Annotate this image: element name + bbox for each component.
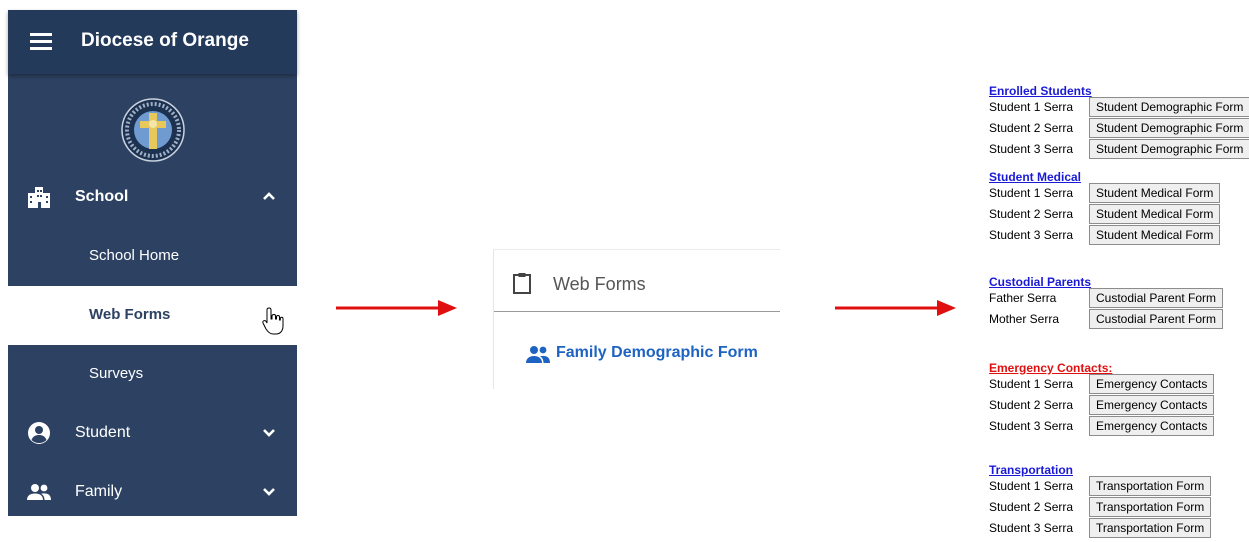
person-name-label: Student 1 Serra bbox=[989, 479, 1074, 493]
form-row: Mother Serra Custodial Parent Form bbox=[989, 308, 1249, 329]
menu-icon[interactable] bbox=[30, 33, 52, 50]
person-name-label: Student 2 Serra bbox=[989, 207, 1074, 221]
form-row: Student 2 Serra Student Demographic Form bbox=[989, 117, 1249, 138]
person-name-label: Student 3 Serra bbox=[989, 419, 1074, 433]
drawer-header: Diocese of Orange bbox=[8, 10, 297, 74]
person-name-label: Mother Serra bbox=[989, 312, 1060, 326]
sidebar-item-label: Web Forms bbox=[89, 306, 171, 323]
sidebar-item-web-forms[interactable]: Web Forms bbox=[8, 286, 297, 345]
person-name-label: Student 1 Serra bbox=[989, 100, 1074, 114]
link-label: Family Demographic Form bbox=[556, 344, 758, 361]
form-row: Student 3 Serra Student Medical Form bbox=[989, 224, 1249, 245]
arrow-right-icon bbox=[835, 300, 956, 316]
building-icon bbox=[28, 187, 50, 208]
people-icon bbox=[526, 346, 550, 363]
form-row: Student 2 Serra Emergency Contacts bbox=[989, 394, 1249, 415]
sidebar-item-label: School bbox=[75, 188, 129, 205]
person-name-label: Student 1 Serra bbox=[989, 186, 1074, 200]
sidebar-item-surveys[interactable]: Surveys bbox=[8, 345, 297, 404]
people-icon bbox=[27, 484, 51, 500]
form-row: Student 2 Serra Student Medical Form bbox=[989, 203, 1249, 224]
diocese-seal-logo bbox=[121, 98, 185, 162]
form-row: Student 1 Serra Student Demographic Form bbox=[989, 96, 1249, 117]
open-form-button[interactable]: Student Medical Form bbox=[1089, 225, 1221, 245]
chevron-down-icon bbox=[263, 488, 275, 496]
chevron-down-icon bbox=[263, 429, 275, 437]
person-name-label: Student 1 Serra bbox=[989, 377, 1074, 391]
person-name-label: Student 2 Serra bbox=[989, 398, 1074, 412]
sidebar-item-label: School Home bbox=[89, 247, 180, 264]
person-name-label: Student 3 Serra bbox=[989, 142, 1074, 156]
form-row: Student 3 Serra Emergency Contacts bbox=[989, 415, 1249, 436]
card-title: Web Forms bbox=[553, 274, 646, 294]
hand-pointer-cursor-icon bbox=[262, 307, 284, 335]
form-row: Student 3 Serra Transportation Form bbox=[989, 517, 1249, 538]
person-name-label: Student 3 Serra bbox=[989, 228, 1074, 242]
web-forms-card: Web Forms Family Demographic Form bbox=[493, 249, 780, 389]
clipboard-icon bbox=[513, 273, 531, 294]
form-row: Student 3 Serra Student Demographic Form bbox=[989, 138, 1249, 159]
person-name-label: Father Serra bbox=[989, 291, 1057, 305]
open-form-button[interactable]: Emergency Contacts bbox=[1089, 416, 1215, 436]
sidebar-item-school-home[interactable]: School Home bbox=[8, 227, 297, 286]
open-form-button[interactable]: Student Medical Form bbox=[1089, 183, 1221, 203]
person-name-label: Student 2 Serra bbox=[989, 500, 1074, 514]
sidebar-item-label: Surveys bbox=[89, 365, 144, 382]
open-form-button[interactable]: Emergency Contacts bbox=[1089, 395, 1215, 415]
arrow-right-icon bbox=[336, 300, 457, 316]
open-form-button[interactable]: Student Demographic Form bbox=[1089, 97, 1249, 117]
form-row: Student 1 Serra Emergency Contacts bbox=[989, 373, 1249, 394]
sidebar-item-school[interactable]: School bbox=[8, 168, 297, 227]
navigation-drawer: Diocese of Orange School School Home Web… bbox=[8, 10, 297, 516]
card-header: Web Forms bbox=[494, 250, 780, 312]
open-form-button[interactable]: Transportation Form bbox=[1089, 518, 1212, 538]
open-form-button[interactable]: Custodial Parent Form bbox=[1089, 288, 1224, 308]
open-form-button[interactable]: Emergency Contacts bbox=[1089, 374, 1215, 394]
form-row: Student 1 Serra Transportation Form bbox=[989, 475, 1249, 496]
sidebar-item-label: Student bbox=[75, 424, 131, 441]
person-name-label: Student 2 Serra bbox=[989, 121, 1074, 135]
open-form-button[interactable]: Student Medical Form bbox=[1089, 204, 1221, 224]
chevron-up-icon bbox=[263, 192, 275, 200]
open-form-button[interactable]: Student Demographic Form bbox=[1089, 118, 1249, 138]
form-row: Father Serra Custodial Parent Form bbox=[989, 287, 1249, 308]
open-form-button[interactable]: Transportation Form bbox=[1089, 476, 1212, 496]
form-row: Student 1 Serra Student Medical Form bbox=[989, 182, 1249, 203]
forms-list-content: Enrolled Students Student 1 Serra Student … bbox=[989, 82, 1249, 542]
open-form-button[interactable]: Custodial Parent Form bbox=[1089, 309, 1224, 329]
account-circle-icon bbox=[28, 422, 50, 444]
sidebar-item-student[interactable]: Student bbox=[8, 404, 297, 463]
person-name-label: Student 3 Serra bbox=[989, 521, 1074, 535]
open-form-button[interactable]: Student Demographic Form bbox=[1089, 139, 1249, 159]
sidebar-item-family[interactable]: Family bbox=[8, 463, 297, 522]
open-form-button[interactable]: Transportation Form bbox=[1089, 497, 1212, 517]
sidebar-item-label: Family bbox=[75, 483, 123, 500]
app-title: Diocese of Orange bbox=[81, 30, 249, 51]
form-row: Student 2 Serra Transportation Form bbox=[989, 496, 1249, 517]
